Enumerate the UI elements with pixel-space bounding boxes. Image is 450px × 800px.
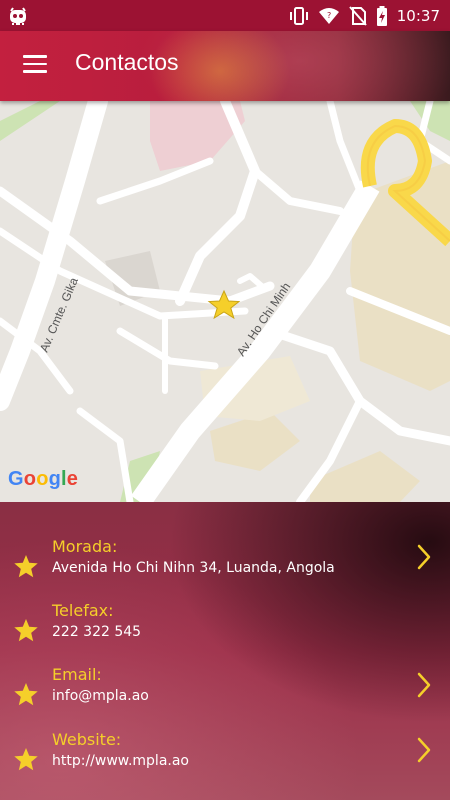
chevron-right-icon[interactable] — [416, 544, 432, 574]
contact-row-telefax: Telefax: 222 322 545 — [0, 601, 450, 661]
contact-row-website[interactable]: Website: http://www.mpla.ao — [0, 730, 450, 790]
page-title: Contactos — [75, 49, 179, 75]
status-time: 10:37 — [396, 6, 440, 25]
app-bar: Contactos — [0, 31, 450, 101]
vibrate-icon — [289, 6, 309, 25]
map-view[interactable]: Av. Cmte. Gika Av. Ho Chi Minh Google — [0, 101, 450, 502]
star-icon — [13, 682, 39, 711]
status-bar: ? 10:37 — [0, 0, 450, 31]
star-icon — [13, 554, 39, 583]
hamburger-menu-icon[interactable] — [23, 55, 47, 75]
no-sim-icon — [349, 5, 367, 26]
contact-label: Email: — [52, 665, 102, 684]
contact-value: http://www.mpla.ao — [52, 753, 189, 769]
contact-label: Telefax: — [52, 601, 114, 620]
contact-label: Morada: — [52, 537, 118, 556]
contact-value: info@mpla.ao — [52, 688, 149, 704]
contact-label: Website: — [52, 730, 122, 749]
google-logo: Google — [8, 468, 79, 490]
android-debug-icon — [8, 6, 28, 30]
wifi-icon: ? — [318, 7, 340, 25]
contact-row-email[interactable]: Email: info@mpla.ao — [0, 665, 450, 725]
chevron-right-icon[interactable] — [416, 672, 432, 702]
contact-info-panel: Morada: Avenida Ho Chi Nihn 34, Luanda, … — [0, 502, 450, 800]
chevron-right-icon[interactable] — [416, 737, 432, 767]
svg-text:?: ? — [327, 11, 331, 20]
battery-charging-icon — [376, 5, 388, 26]
star-icon — [13, 618, 39, 647]
star-icon — [13, 747, 39, 776]
contact-value: 222 322 545 — [52, 624, 142, 640]
contact-value: Avenida Ho Chi Nihn 34, Luanda, Angola — [52, 560, 335, 576]
contact-row-address[interactable]: Morada: Avenida Ho Chi Nihn 34, Luanda, … — [0, 537, 450, 597]
